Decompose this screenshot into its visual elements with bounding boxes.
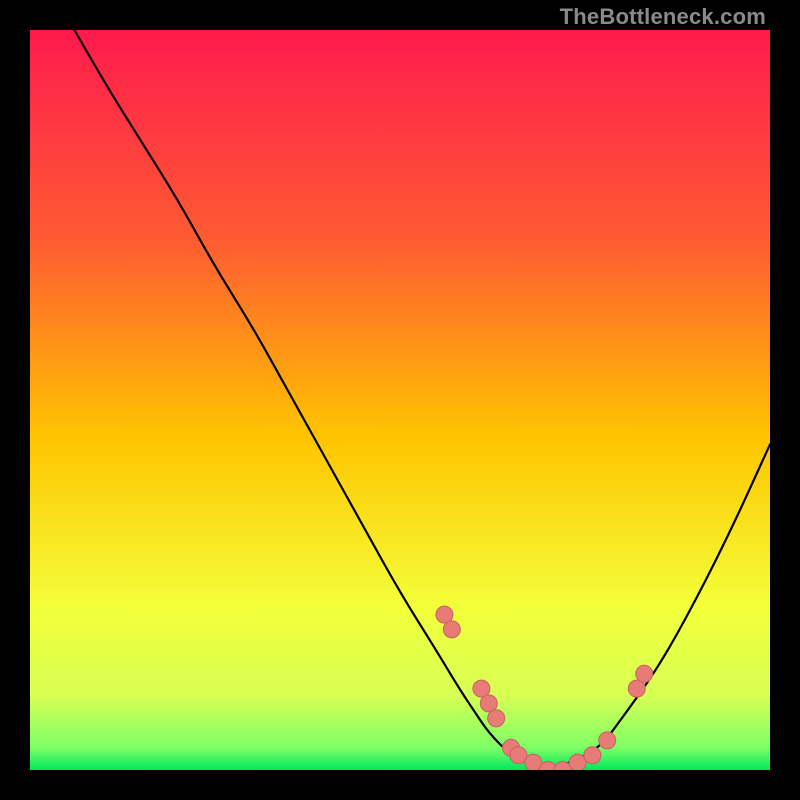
data-marker [525, 754, 542, 770]
data-marker [488, 710, 505, 727]
bottleneck-plot [30, 30, 770, 770]
data-marker [584, 747, 601, 764]
watermark-text: TheBottleneck.com [560, 4, 766, 30]
data-marker [636, 665, 653, 682]
data-marker [443, 621, 460, 638]
data-marker [599, 732, 616, 749]
chart-frame [30, 30, 770, 770]
